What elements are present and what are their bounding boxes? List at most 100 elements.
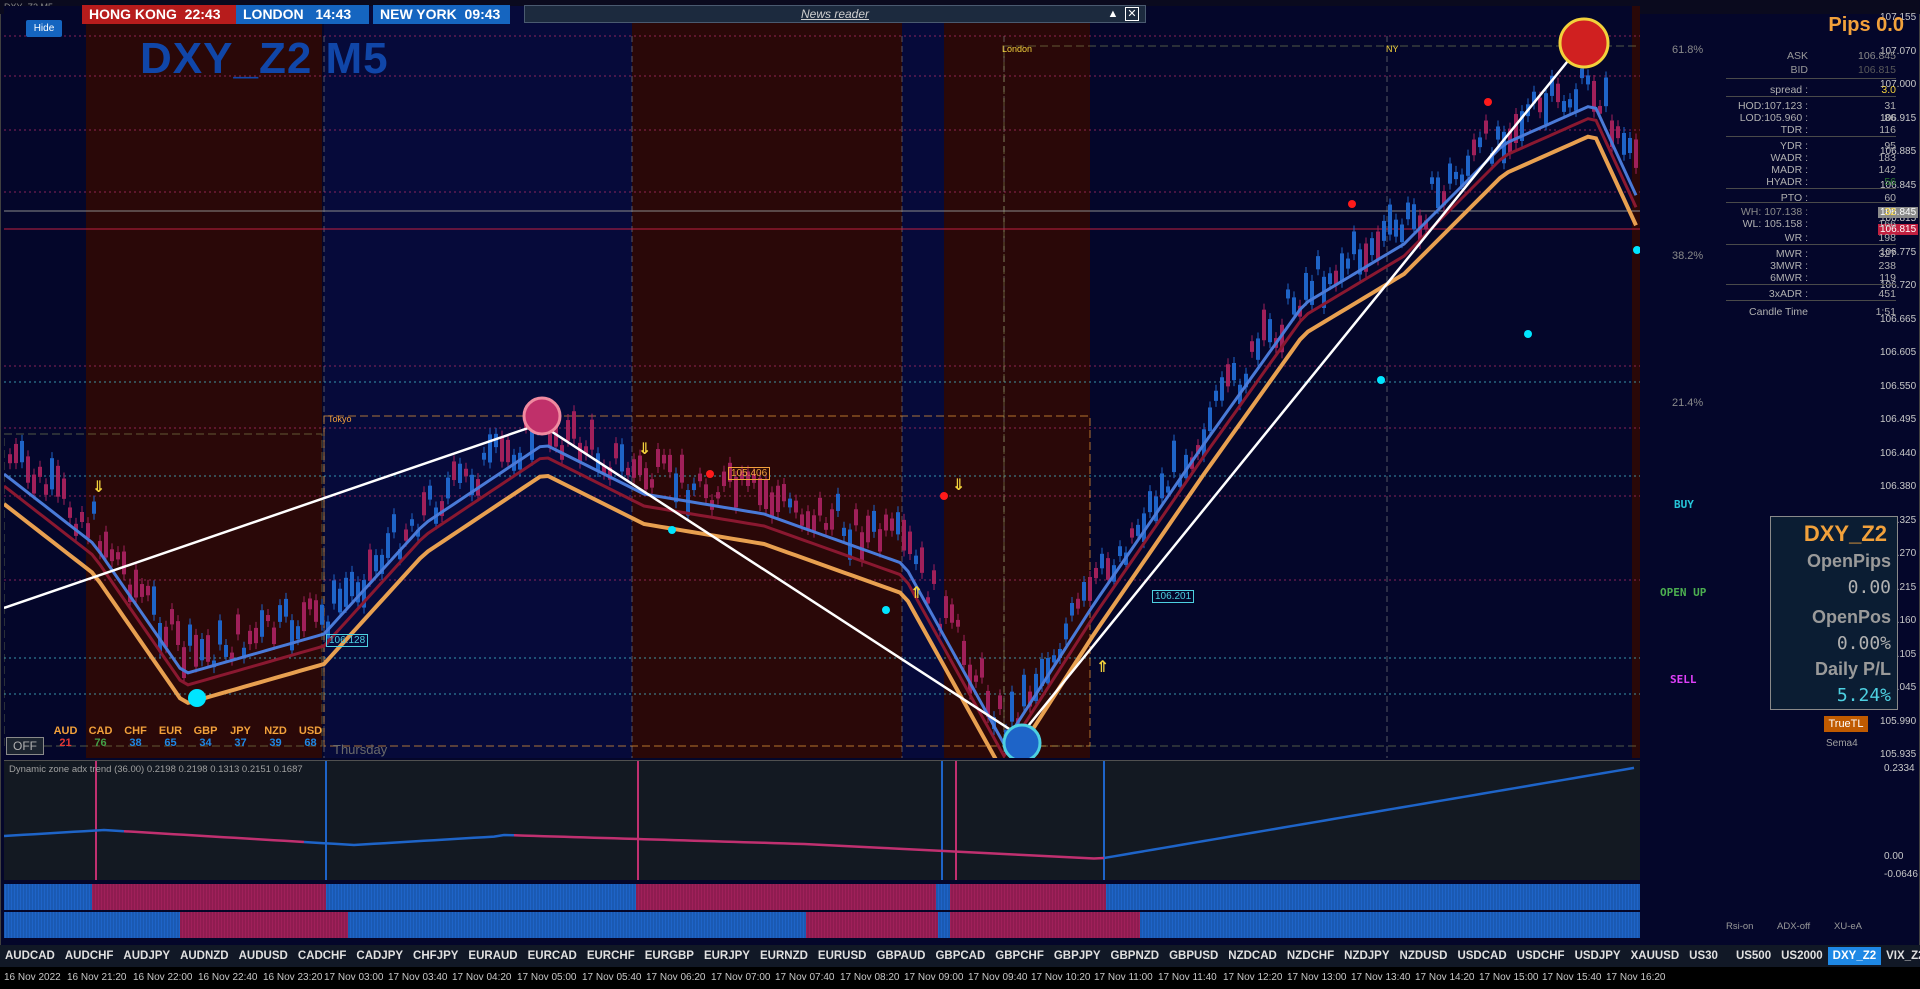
time-axis-label: 17 Nov 11:00	[1094, 972, 1153, 983]
symbol-button-gbpcad[interactable]: GBPCAD	[930, 947, 990, 965]
symbol-button-xauusd[interactable]: XAUUSD	[1626, 947, 1685, 965]
symbol-button-gbpchf[interactable]: GBPCHF	[990, 947, 1049, 965]
time-axis-label: 16 Nov 23:20	[263, 972, 323, 983]
candle-body	[80, 511, 84, 522]
time-axis-label: 17 Nov 07:00	[711, 972, 771, 983]
symbol-button-audjpy[interactable]: AUDJPY	[118, 947, 175, 965]
news-reader-bar[interactable]: News reader ▲ ✕	[524, 5, 1146, 23]
candle-body	[1136, 524, 1140, 536]
close-icon[interactable]: ✕	[1125, 7, 1139, 21]
symbol-button-gbpusd[interactable]: GBPUSD	[1164, 947, 1223, 965]
candle-body	[122, 551, 126, 575]
symbol-button-euraud[interactable]: EURAUD	[463, 947, 522, 965]
candle-body	[38, 466, 42, 477]
candle-body	[344, 577, 348, 607]
adx-indicator-svg	[4, 761, 1640, 880]
symbol-button-eurcad[interactable]: EURCAD	[523, 947, 582, 965]
open-pos-label: OpenPos	[1811, 607, 1891, 627]
candle-body	[14, 443, 18, 464]
time-axis-label: 17 Nov 15:40	[1542, 972, 1602, 983]
price-tag-high: 105.406	[728, 467, 771, 480]
stat-wl-value: 166	[1878, 218, 1896, 230]
symbol-button-eurnzd[interactable]: EURNZD	[755, 947, 813, 965]
candle-body	[26, 456, 30, 483]
symbol-button-chfjpy[interactable]: CHFJPY	[408, 947, 463, 965]
candle-body	[920, 547, 924, 573]
symbol-button-us500[interactable]: US500	[1731, 947, 1776, 965]
symbol-button-cadjpy[interactable]: CADJPY	[351, 947, 408, 965]
candle-body	[1466, 155, 1470, 176]
symbol-button-nzdjpy[interactable]: NZDJPY	[1339, 947, 1394, 965]
off-toggle-button[interactable]: OFF	[6, 737, 44, 755]
symbol-button-audusd[interactable]: AUDUSD	[234, 947, 293, 965]
symbol-button-dxy_z2[interactable]: DXY_Z2	[1827, 947, 1882, 965]
candle-body	[200, 639, 204, 661]
symbol-button-us30[interactable]: US30	[1684, 947, 1723, 965]
candle-body	[908, 531, 912, 555]
signal-arrow-up-3: ⇑	[910, 583, 923, 602]
candle-body	[896, 512, 900, 535]
candle-body	[410, 519, 414, 526]
stat-adr3-value: 451	[1878, 288, 1896, 300]
candle-body	[152, 586, 156, 615]
symbol-button-gbpjpy[interactable]: GBPJPY	[1049, 947, 1106, 965]
candle-body	[1388, 204, 1392, 235]
xu-ea-button[interactable]: XU-eA	[1834, 921, 1862, 932]
price-axis-tick: 105.935	[1880, 749, 1917, 760]
candle-body	[1604, 77, 1608, 107]
symbol-button-vix_z2[interactable]: VIX_Z2	[1881, 947, 1920, 965]
candle-body	[374, 555, 378, 572]
hide-button[interactable]: Hide	[26, 20, 62, 37]
candle-body	[1370, 238, 1374, 256]
symbol-button-usdjpy[interactable]: USDJPY	[1570, 947, 1626, 965]
candle-body	[812, 515, 816, 532]
symbol-button-audchf[interactable]: AUDCHF	[60, 947, 119, 965]
symbol-button-cadchf[interactable]: CADCHF	[293, 947, 352, 965]
symbol-button-nzdchf[interactable]: NZDCHF	[1282, 947, 1339, 965]
candle-body	[1100, 553, 1104, 569]
triangle-up-icon[interactable]: ▲	[1105, 6, 1121, 22]
symbol-button-eurjpy[interactable]: EURJPY	[699, 947, 755, 965]
candle-body	[1076, 598, 1080, 609]
currency-cell-eur: EUR 65	[153, 725, 188, 749]
candle-body	[296, 626, 300, 640]
symbol-button-eurgbp[interactable]: EURGBP	[640, 947, 699, 965]
symbol-button-audcad[interactable]: AUDCAD	[0, 947, 60, 965]
trade-box-title: DXY_Z2	[1803, 521, 1887, 546]
candle-body	[1262, 309, 1266, 341]
symbol-button-eurchf[interactable]: EURCHF	[582, 947, 640, 965]
news-reader-label[interactable]: News reader	[801, 7, 869, 21]
symbol-button-usdcad[interactable]: USDCAD	[1452, 947, 1511, 965]
time-axis-label: 17 Nov 05:40	[582, 972, 642, 983]
price-tag-low-2: 106.201	[1152, 590, 1195, 603]
candle-body	[788, 498, 792, 508]
strength-row1-seg-3	[636, 884, 936, 910]
symbol-button-nzdcad[interactable]: NZDCAD	[1223, 947, 1282, 965]
stat-separator	[1726, 78, 1896, 79]
candle-body	[308, 598, 312, 610]
adx-indicator-panel[interactable]	[4, 760, 1640, 880]
candle-body	[962, 640, 966, 665]
stat-hyadr-value: 56	[1884, 176, 1896, 188]
price-chart-panel[interactable]: ⇓ ⇓ ⇓ ⇑ ⇑	[4, 6, 1640, 758]
truetl-button[interactable]: TrueTL	[1824, 716, 1868, 732]
symbol-button-nzdusd[interactable]: NZDUSD	[1395, 947, 1453, 965]
stat-madr-label: MADR :	[1771, 164, 1808, 176]
stat-tdr-label: TDR :	[1780, 124, 1808, 136]
time-axis-label: 17 Nov 12:20	[1223, 972, 1283, 983]
symbol-button-eurusd[interactable]: EURUSD	[813, 947, 872, 965]
candle-body	[1118, 546, 1122, 557]
candle-body	[218, 620, 222, 645]
candle-body	[902, 519, 906, 551]
symbol-button-audnzd[interactable]: AUDNZD	[175, 947, 234, 965]
symbol-button-gbpaud[interactable]: GBPAUD	[871, 947, 930, 965]
candle-body	[320, 604, 324, 625]
stat-row-lod: LOD:105.960 : 86	[1728, 112, 1900, 124]
symbol-button-us2000[interactable]: US2000	[1776, 947, 1828, 965]
trade-info-box: DXY_Z2 OpenPips 0.00 OpenPos 0.00% Daily…	[1770, 516, 1898, 710]
candle-body	[266, 615, 270, 622]
symbol-button-gbpnzd[interactable]: GBPNZD	[1106, 947, 1165, 965]
rsi-on-button[interactable]: Rsi-on	[1726, 921, 1753, 932]
adx-off-button[interactable]: ADX-off	[1777, 921, 1810, 932]
symbol-button-usdchf[interactable]: USDCHF	[1512, 947, 1570, 965]
